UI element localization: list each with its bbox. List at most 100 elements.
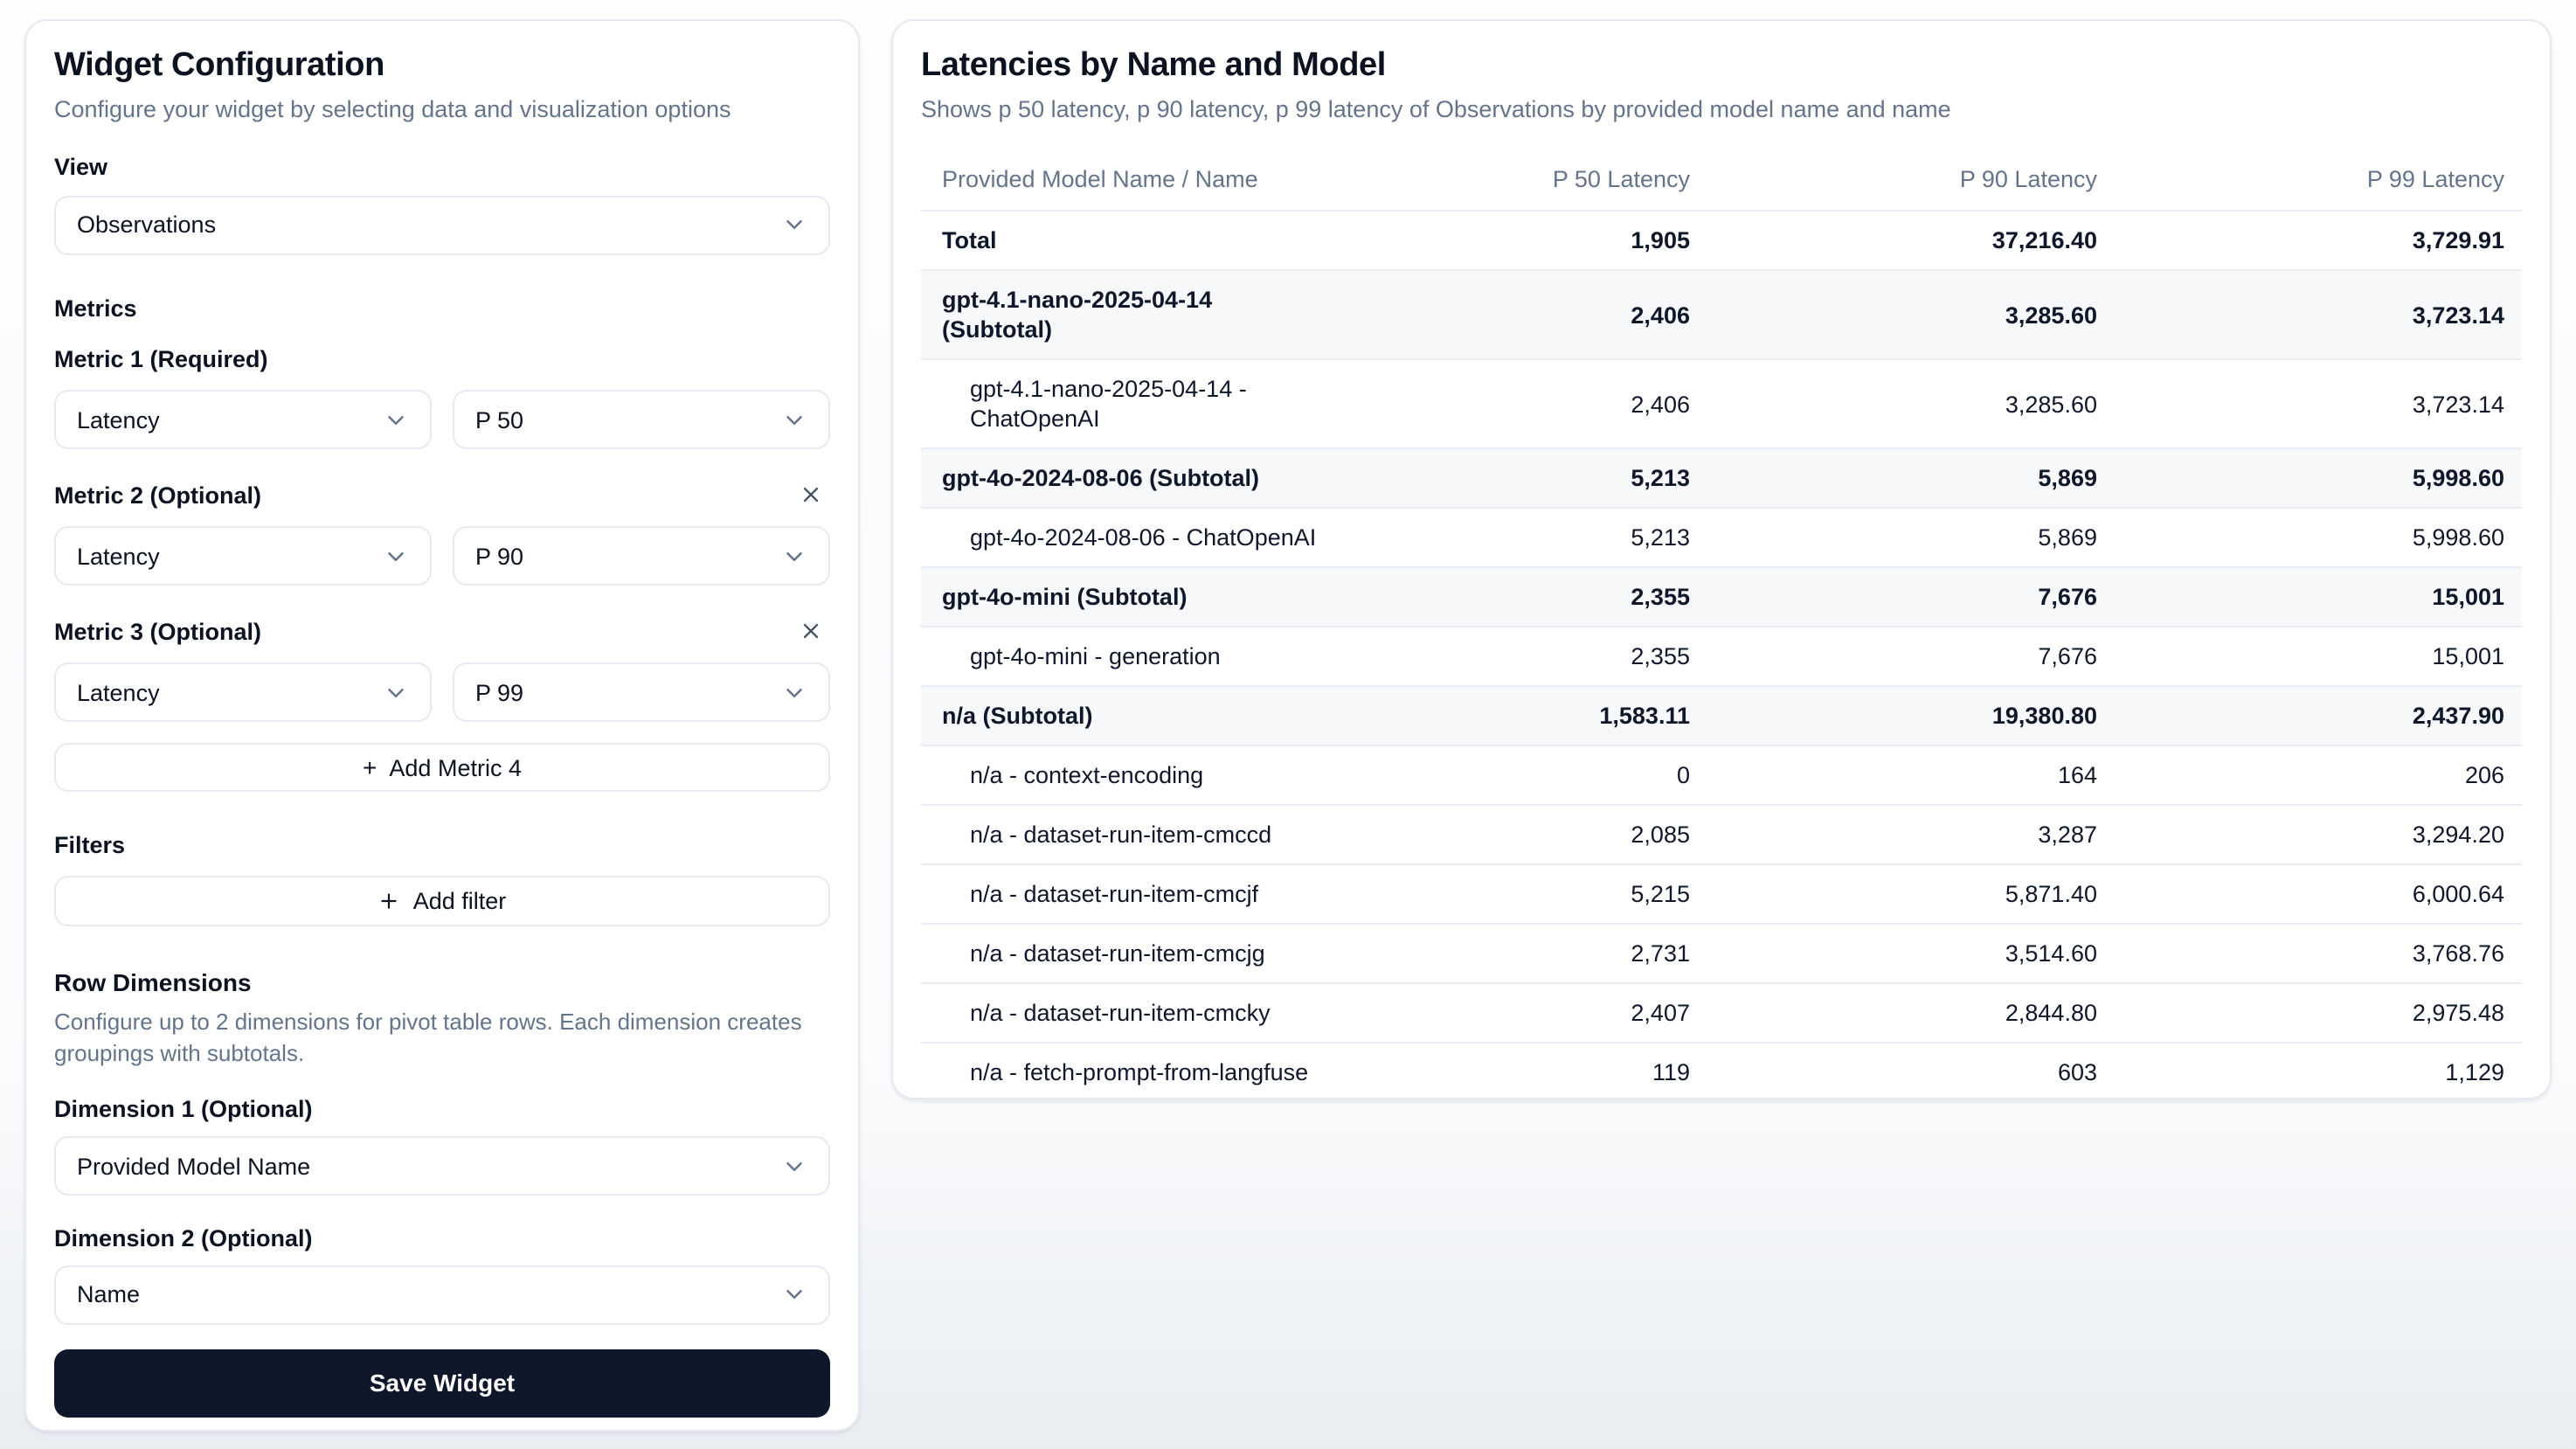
add-metric-button[interactable]: + Add Metric 4 (54, 744, 830, 792)
p90-value: 603 (1711, 1043, 2118, 1101)
dimension-1-select[interactable]: Provided Model Name (54, 1137, 830, 1196)
p90-value: 5,869 (1711, 449, 2118, 507)
row-label: n/a - context-encoding (921, 746, 1340, 804)
row-label: gpt-4o-mini - generation (921, 627, 1340, 685)
table-row: n/a - dataset-run-item-cmcjg2,7313,514.6… (921, 923, 2522, 982)
p99-value: 3,768.76 (2118, 925, 2525, 982)
metric-1-header: Metric 1 (Required) (54, 342, 830, 376)
metric-2-measure-select[interactable]: Latency (54, 527, 432, 586)
chevron-down-icon (781, 1282, 807, 1308)
chevron-down-icon (781, 407, 807, 433)
p90-value: 7,676 (1711, 627, 2118, 685)
p50-value: 2,085 (1340, 806, 1711, 863)
metric-1-aggregation-value: P 50 (475, 407, 523, 433)
metric-3-aggregation-select[interactable]: P 99 (453, 663, 830, 723)
p99-value: 3,723.14 (2118, 286, 2525, 343)
dimension-2-select[interactable]: Name (54, 1265, 830, 1324)
dimension-2-label: Dimension 2 (Optional) (54, 1224, 830, 1253)
p90-value: 3,287 (1711, 806, 2118, 863)
metric-2-measure-value: Latency (77, 544, 160, 570)
row-label: gpt-4o-mini (Subtotal) (921, 568, 1340, 626)
row-label: n/a - dataset-run-item-cmcky (921, 984, 1340, 1042)
add-filter-button[interactable]: Add filter (54, 876, 830, 927)
close-icon (799, 620, 823, 644)
row-dimensions-section-label: Row Dimensions (54, 966, 830, 1001)
remove-metric-2-button[interactable] (792, 478, 830, 513)
widget-configuration-panel: Widget Configuration Configure your widg… (24, 19, 860, 1432)
row-label: n/a - dataset-run-item-cmcjg (921, 925, 1340, 982)
plus-icon: + (363, 755, 377, 780)
row-label: Total (921, 211, 1340, 269)
row-label: n/a - dataset-run-item-cmcjf (921, 865, 1340, 923)
chevron-down-icon (383, 680, 409, 706)
p90-value: 5,869 (1711, 509, 2118, 566)
metric-3-measure-value: Latency (77, 680, 160, 706)
table-row: n/a - fetch-prompt-from-langfuse1196031,… (921, 1042, 2522, 1101)
p50-value: 0 (1340, 746, 1711, 804)
p90-value: 5,871.40 (1711, 865, 2118, 923)
chevron-down-icon (781, 544, 807, 570)
metric-3-row: Latency P 99 (54, 663, 830, 723)
table-row: n/a - context-encoding0164206 (921, 745, 2522, 804)
p99-value: 2,975.48 (2118, 984, 2525, 1042)
view-label: View (54, 152, 830, 182)
p99-value: 6,000.64 (2118, 865, 2525, 923)
chevron-down-icon (781, 1154, 807, 1180)
row-label: n/a (Subtotal) (921, 687, 1340, 745)
remove-metric-3-button[interactable] (792, 614, 830, 649)
p99-value: 15,001 (2118, 568, 2525, 626)
config-panel-title: Widget Configuration (54, 45, 830, 87)
row-label: n/a - fetch-prompt-from-langfuse (921, 1043, 1340, 1101)
p90-value: 2,844.80 (1711, 984, 2118, 1042)
table-row: gpt-4o-mini (Subtotal)2,3557,67615,001 (921, 566, 2522, 626)
metric-2-aggregation-select[interactable]: P 90 (453, 527, 830, 586)
widget-builder-page: Widget Configuration Configure your widg… (0, 0, 2576, 1449)
view-select-value: Observations (77, 212, 216, 239)
p50-value: 2,406 (1340, 286, 1711, 343)
dimension-1-value: Provided Model Name (77, 1154, 310, 1180)
chevron-down-icon (383, 544, 409, 570)
widget-preview-panel: Latencies by Name and Model Shows p 50 l… (891, 19, 2552, 1099)
filters-section-label: Filters (54, 830, 830, 862)
dimension-1-label: Dimension 1 (Optional) (54, 1095, 830, 1125)
row-dimensions-description: Configure up to 2 dimensions for pivot t… (54, 1008, 830, 1071)
table-row: gpt-4.1-nano-2025-04-14 (Subtotal)2,406 3… (921, 269, 2522, 358)
p50-value: 2,731 (1340, 925, 1711, 982)
row-label: gpt-4o-2024-08-06 - ChatOpenAI (921, 509, 1340, 566)
pivot-table: Provided Model Name / Name P 50 Latency … (921, 149, 2522, 1103)
table-row: n/a - dataset-run-item-cmcky2,4072,844.8… (921, 982, 2522, 1042)
save-widget-button[interactable]: Save Widget (54, 1348, 830, 1418)
p50-value: 1,905 (1340, 211, 1711, 269)
metric-2-row: Latency P 90 (54, 527, 830, 586)
metric-2-aggregation-value: P 90 (475, 544, 523, 570)
table-row: gpt-4o-2024-08-06 - ChatOpenAI5,2135,869… (921, 507, 2522, 566)
metric-1-row: Latency P 50 (54, 391, 830, 450)
metric-3-aggregation-value: P 99 (475, 680, 523, 706)
row-label: gpt-4o-2024-08-06 (Subtotal) (921, 449, 1340, 507)
table-row: n/a - dataset-run-item-cmccd2,0853,2873,… (921, 804, 2522, 863)
pivot-table-header: Provided Model Name / Name P 50 Latency … (921, 149, 2522, 211)
metric-3-measure-select[interactable]: Latency (54, 663, 432, 723)
p90-value: 19,380.80 (1711, 687, 2118, 745)
chevron-down-icon (781, 212, 807, 239)
row-label: gpt-4.1-nano-2025-04-14 (Subtotal) (921, 271, 1340, 358)
metric-2-label: Metric 2 (Optional) (54, 481, 261, 510)
preview-title: Latencies by Name and Model (921, 45, 2522, 87)
view-select[interactable]: Observations (54, 196, 830, 254)
p99-value: 15,001 (2118, 627, 2525, 685)
p99-value: 3,729.91 (2118, 211, 2525, 269)
p50-value: 2,355 (1340, 568, 1711, 626)
p50-value: 5,215 (1340, 865, 1711, 923)
p99-value: 1,129 (2118, 1043, 2525, 1101)
metric-1-label: Metric 1 (Required) (54, 344, 268, 374)
p99-value: 3,723.14 (2118, 375, 2525, 433)
row-label: gpt-4.1-nano-2025-04-14 - ChatOpenAI (921, 360, 1340, 447)
plus-icon (378, 890, 401, 912)
metric-1-aggregation-select[interactable]: P 50 (453, 391, 830, 450)
metric-1-measure-select[interactable]: Latency (54, 391, 432, 450)
row-label: n/a - dataset-run-item-cmccd (921, 806, 1340, 863)
p90-value: 164 (1711, 746, 2118, 804)
p99-value: 5,998.60 (2118, 449, 2525, 507)
metric-3-label: Metric 3 (Optional) (54, 617, 261, 647)
pivot-table-body: Total1,90537,216.403,729.91gpt-4.1-nano-… (921, 211, 2522, 1103)
